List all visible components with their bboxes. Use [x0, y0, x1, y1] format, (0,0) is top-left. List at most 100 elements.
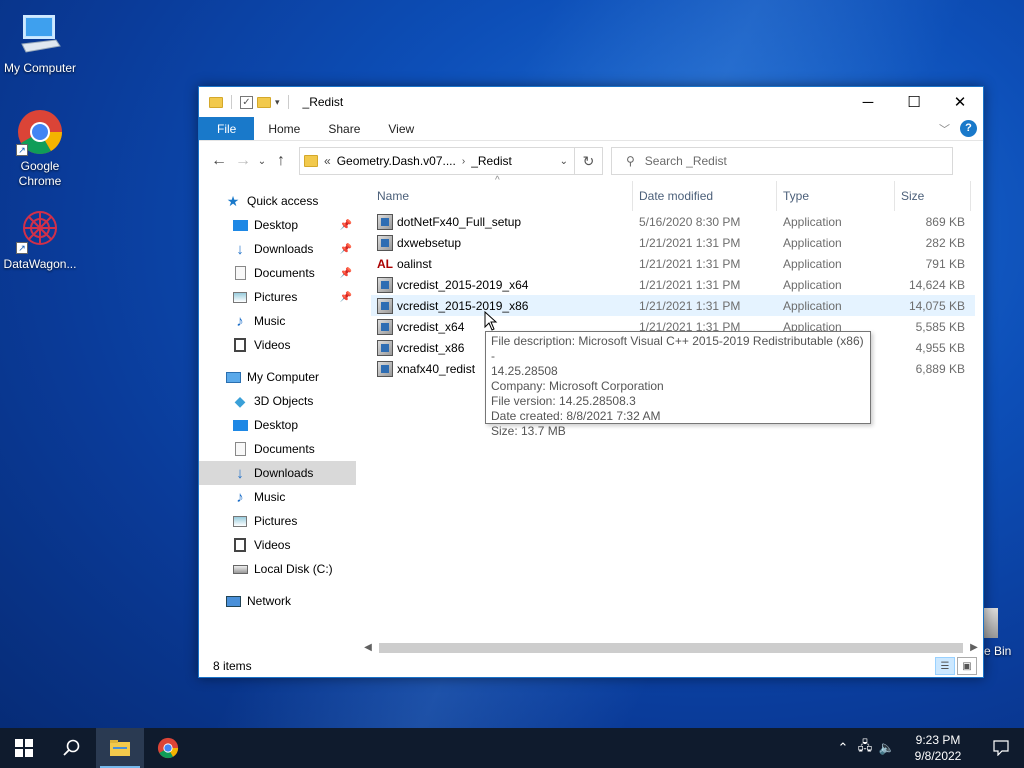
nav-videos[interactable]: Videos [199, 533, 356, 557]
desktop-icon-label: My Computer [3, 61, 77, 75]
ribbon-right-controls: ﹀ ? [939, 120, 977, 137]
breadcrumb-redist[interactable]: _Redist [471, 154, 512, 168]
window-controls: ─ ☐ ✕ [845, 87, 983, 117]
file-type: Application [783, 277, 842, 292]
file-name: dotNetFx40_Full_setup [397, 214, 522, 229]
notifications-button[interactable] [978, 728, 1024, 768]
file-row[interactable]: dxwebsetup 1/21/2021 1:31 PM Application… [371, 232, 975, 253]
file-name: vcredist_2015-2019_x86 [397, 298, 529, 313]
taskbar-file-explorer[interactable] [96, 728, 144, 768]
details-view-icon[interactable]: ☰ [935, 657, 955, 675]
quick-access-toolbar: ✓ ▾ [199, 95, 293, 109]
column-header-type[interactable]: Type [777, 181, 895, 211]
file-row[interactable]: dotNetFx40_Full_setup 5/16/2020 8:30 PM … [371, 211, 975, 232]
customize-toolbar-icon[interactable]: ▾ [275, 97, 280, 108]
breadcrumb-separator-icon[interactable]: › [462, 156, 465, 167]
pin-icon[interactable]: 📌 [340, 220, 352, 231]
up-button[interactable]: ↑ [269, 149, 293, 173]
nav-label: Network [247, 594, 292, 608]
nav-qa-downloads[interactable]: ↓ Downloads 📌 [199, 237, 356, 261]
maximize-button[interactable]: ☐ [891, 87, 937, 117]
pin-icon[interactable]: 📌 [340, 244, 352, 255]
nav-qa-pictures[interactable]: Pictures 📌 [199, 285, 356, 309]
clock[interactable]: 9:23 PM 9/8/2022 [898, 732, 978, 764]
nav-my-computer[interactable]: My Computer [199, 365, 356, 389]
column-header-date-modified[interactable]: Date modified [633, 181, 777, 211]
nav-network[interactable]: Network [199, 589, 356, 613]
nav-desktop[interactable]: Desktop [199, 413, 356, 437]
file-type: Application [783, 298, 842, 313]
search-button[interactable] [48, 728, 96, 768]
recent-locations-chevron-icon[interactable]: ⌄ [255, 149, 269, 173]
scroll-right-icon[interactable]: ▶ [969, 642, 979, 653]
address-dropdown-icon[interactable]: ⌄ [560, 156, 568, 167]
scrollbar-thumb[interactable] [379, 642, 963, 653]
nav-pictures[interactable]: Pictures [199, 509, 356, 533]
expand-ribbon-chevron-icon[interactable]: ﹀ [939, 121, 950, 137]
ribbon-tabs: File Home Share View ﹀ ? [199, 117, 983, 141]
nav-qa-documents[interactable]: Documents 📌 [199, 261, 356, 285]
properties-icon[interactable]: ✓ [240, 95, 253, 109]
title-bar[interactable]: ✓ ▾ _Redist ─ ☐ ✕ [199, 87, 983, 117]
network-icon[interactable]: 🖧 [854, 737, 876, 759]
nav-3d-objects[interactable]: ◆ 3D Objects [199, 389, 356, 413]
column-header-size[interactable]: Size [895, 181, 971, 211]
clock-date: 9/8/2022 [914, 749, 962, 763]
clock-time: 9:23 PM [915, 733, 961, 747]
nav-qa-videos[interactable]: Videos [199, 333, 356, 357]
help-icon[interactable]: ? [960, 120, 977, 137]
nav-documents[interactable]: Documents [199, 437, 356, 461]
tab-share[interactable]: Share [314, 117, 374, 140]
music-icon: ♪ [236, 312, 244, 330]
file-size: 5,585 KB [915, 319, 965, 334]
breadcrumb-geometry-dash[interactable]: Geometry.Dash.v07.... [337, 154, 456, 168]
search-placeholder: Search _Redist [644, 154, 727, 168]
tab-view[interactable]: View [374, 117, 428, 140]
nav-music[interactable]: ♪ Music [199, 485, 356, 509]
pictures-icon [232, 513, 248, 529]
divider [231, 95, 232, 109]
chrome-icon [157, 737, 179, 759]
pin-icon[interactable]: 📌 [340, 268, 352, 279]
windows-logo-icon [15, 739, 33, 757]
file-row[interactable]: AL oalinst 1/21/2021 1:31 PM Application … [371, 253, 975, 274]
videos-icon [232, 537, 248, 553]
tab-home[interactable]: Home [254, 117, 314, 140]
nav-label: Documents [254, 266, 315, 280]
desktop-icon-datawagon[interactable]: ↗ DataWagon... [0, 206, 80, 271]
desktop-icon-my-computer[interactable]: My Computer [0, 10, 80, 75]
back-button[interactable]: ← [207, 149, 231, 173]
large-icons-view-icon[interactable]: ▣ [957, 657, 977, 675]
file-name: xnafx40_redist [397, 361, 476, 376]
nav-qa-desktop[interactable]: Desktop 📌 [199, 213, 356, 237]
nav-local-disk[interactable]: Local Disk (C:) [199, 557, 356, 581]
navigation-pane: ★ Quick access Desktop 📌 ↓ Downloads 📌 D… [199, 181, 356, 641]
desktop-icon-recycle-bin[interactable]: e Bin [984, 608, 1011, 658]
breadcrumb-overflow[interactable]: « [324, 154, 331, 168]
nav-qa-music[interactable]: ♪ Music [199, 309, 356, 333]
search-input[interactable]: ⚲ Search _Redist [611, 147, 953, 175]
file-row[interactable]: vcredist_2015-2019_x86 1/21/2021 1:31 PM… [371, 295, 975, 316]
show-hidden-icons-chevron-icon[interactable]: ⌃ [832, 740, 854, 756]
address-bar[interactable]: « Geometry.Dash.v07.... › _Redist ⌄ [299, 147, 575, 175]
taskbar-chrome[interactable] [144, 728, 192, 768]
forward-button[interactable]: → [231, 149, 255, 173]
volume-icon[interactable]: 🔈 [876, 740, 898, 756]
file-row[interactable]: vcredist_2015-2019_x64 1/21/2021 1:31 PM… [371, 274, 975, 295]
minimize-button[interactable]: ─ [845, 87, 891, 117]
start-button[interactable] [0, 728, 48, 768]
desktop-icon-google-chrome[interactable]: ↗ Google Chrome [0, 108, 80, 189]
file-type: Application [783, 214, 842, 229]
nav-label: Videos [254, 538, 291, 552]
close-button[interactable]: ✕ [937, 87, 983, 117]
tab-file[interactable]: File [199, 117, 255, 140]
column-header-name[interactable]: Name [371, 181, 633, 211]
horizontal-scrollbar[interactable]: ◀ ▶ [363, 639, 979, 656]
nav-label: Local Disk (C:) [254, 562, 333, 576]
pin-icon[interactable]: 📌 [340, 292, 352, 303]
refresh-button[interactable]: ↻ [575, 147, 603, 175]
scroll-left-icon[interactable]: ◀ [363, 642, 373, 653]
nav-downloads[interactable]: ↓ Downloads [199, 461, 356, 485]
new-folder-icon[interactable] [257, 96, 271, 108]
nav-quick-access[interactable]: ★ Quick access [199, 189, 356, 213]
